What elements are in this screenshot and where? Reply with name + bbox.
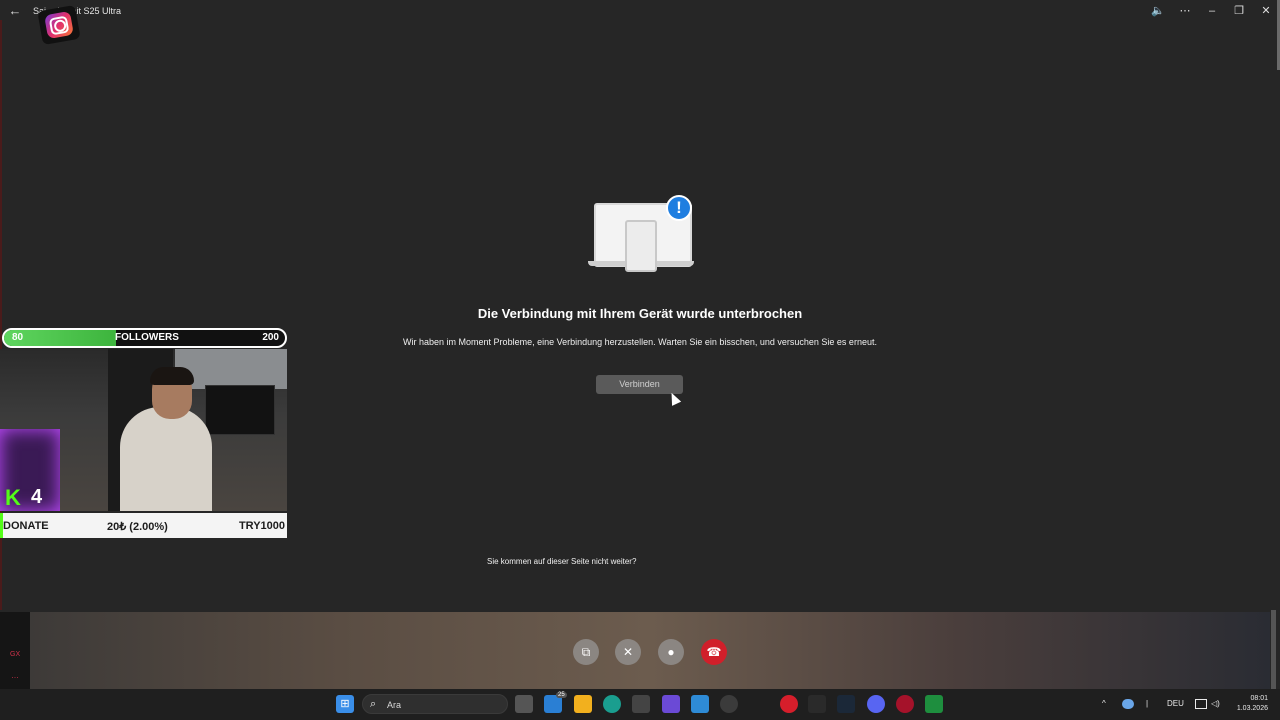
- steam-icon[interactable]: [837, 695, 855, 713]
- discord-icon[interactable]: [867, 695, 885, 713]
- camera-off-icon: ✕: [622, 645, 634, 659]
- spreadsheet-icon[interactable]: [925, 695, 943, 713]
- alert-icon: !: [666, 195, 692, 221]
- help-text: Sie kommen auf dieser Seite nicht weiter…: [487, 557, 637, 566]
- app-icon[interactable]: [691, 695, 709, 713]
- task-view-icon[interactable]: [515, 695, 533, 713]
- cloud-icon[interactable]: [1122, 699, 1134, 709]
- microphone-button[interactable]: ●: [658, 639, 684, 665]
- clock-time: 08:01: [1250, 695, 1268, 702]
- chatgpt-icon[interactable]: [720, 695, 738, 713]
- microphone-tray-icon[interactable]: |: [1146, 699, 1148, 708]
- instagram-logo-icon: [37, 4, 81, 46]
- stream-overlay: 80 FOLLOWERS 200 K 4 DONATE 20₺ (2.00%) …: [0, 327, 287, 538]
- clock-date: 1.03.2026: [1236, 705, 1268, 712]
- volume-icon[interactable]: ◁): [1211, 699, 1220, 708]
- search-box[interactable]: ⌕ Ara: [362, 694, 508, 714]
- close-icon[interactable]: ✕: [1255, 3, 1277, 19]
- maximize-icon[interactable]: ❐: [1228, 3, 1250, 19]
- language-indicator[interactable]: DEU: [1167, 699, 1184, 708]
- display-icon[interactable]: [1195, 699, 1207, 709]
- camera-off-button[interactable]: ✕: [615, 639, 641, 665]
- minimize-icon[interactable]: –: [1201, 3, 1223, 19]
- search-placeholder: Ara: [387, 700, 402, 710]
- epic-games-icon[interactable]: [808, 695, 826, 713]
- more-icon[interactable]: ⋯: [1174, 3, 1196, 19]
- speaker-icon[interactable]: 🔈: [1147, 3, 1169, 19]
- phone-icon: [625, 220, 657, 272]
- screen-share-button[interactable]: ⧉: [573, 639, 599, 665]
- screen-share-icon: ⧉: [581, 645, 591, 659]
- title-bar: ← Sai… iye ait S25 Ultra 🔈 ⋯ – ❐ ✕: [0, 0, 1280, 24]
- webcam-feed: [0, 349, 287, 511]
- connect-button[interactable]: Verbinden: [596, 375, 683, 394]
- donate-goal: TRY1000: [238, 520, 285, 532]
- microphone-icon: ●: [667, 645, 675, 659]
- tray-expand-icon[interactable]: ^: [1102, 699, 1106, 708]
- edge-icon[interactable]: [603, 695, 621, 713]
- scrollbar-lower[interactable]: [1271, 610, 1276, 690]
- followers-goal: 200: [262, 332, 279, 343]
- donate-label: DONATE: [3, 520, 49, 532]
- clock[interactable]: 08:01 1.03.2026: [1232, 694, 1268, 714]
- phone-link-badge: 25: [556, 692, 567, 698]
- error-heading: Die Verbindung mit Ihrem Gerät wurde unt…: [477, 306, 803, 321]
- search-icon: ⌕: [370, 698, 377, 710]
- start-icon[interactable]: ⊞: [336, 695, 354, 713]
- kick-logo-icon: K: [5, 485, 21, 510]
- side-more-icon[interactable]: …: [11, 671, 19, 680]
- end-call-icon: ☎: [706, 645, 722, 659]
- back-icon[interactable]: ←: [8, 4, 22, 18]
- donation-bar: DONATE 20₺ (2.00%) TRY1000: [0, 513, 287, 538]
- followers-current: 80: [12, 332, 24, 343]
- followers-goal-bar: 80 FOLLOWERS 200: [2, 328, 287, 348]
- store-icon[interactable]: [632, 695, 650, 713]
- file-explorer-icon[interactable]: [574, 695, 592, 713]
- opera-icon[interactable]: [896, 695, 914, 713]
- donate-amount: 20₺ (2.00%): [107, 521, 168, 533]
- opera-gx-icon[interactable]: [780, 695, 798, 713]
- end-call-button[interactable]: ☎: [701, 639, 727, 665]
- apps-grid-icon[interactable]: [662, 695, 680, 713]
- kick-count: 4: [31, 486, 43, 508]
- followers-label: FOLLOWERS: [115, 332, 179, 343]
- opera-gx-label: GX: [10, 651, 21, 658]
- call-control-bar: [30, 612, 1270, 689]
- disconnected-device-illustration: !: [586, 195, 698, 275]
